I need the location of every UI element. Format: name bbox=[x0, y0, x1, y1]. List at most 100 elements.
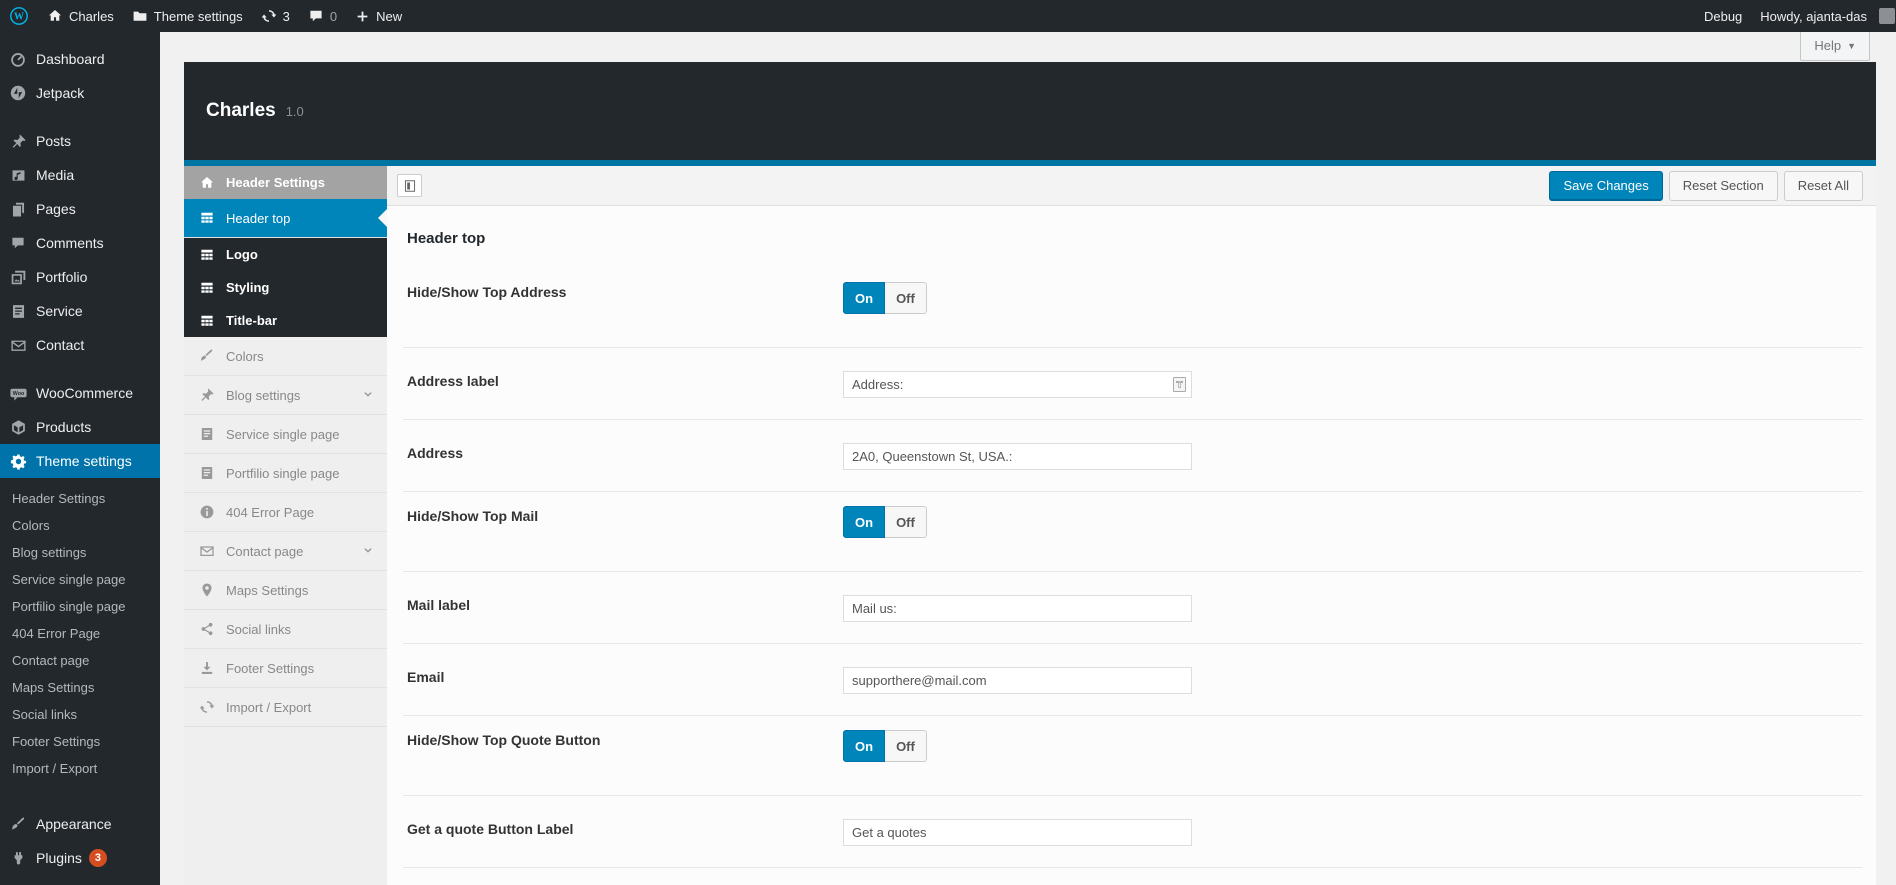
table-icon bbox=[199, 280, 215, 296]
setting-label: Address bbox=[407, 443, 843, 461]
wp-admin-menu: Dashboard Jetpack Posts Media Pages Comm… bbox=[0, 32, 160, 885]
submenu-header-settings[interactable]: Header Settings bbox=[0, 485, 160, 512]
toggle-off-button[interactable]: Off bbox=[885, 506, 927, 538]
cube-icon bbox=[10, 419, 27, 436]
sidebar-item-woocommerce[interactable]: WooCommerce bbox=[0, 376, 160, 410]
sidebar-item-portfolio[interactable]: Portfolio bbox=[0, 260, 160, 294]
quote-button-label-input[interactable] bbox=[843, 819, 1192, 846]
panel-title: Charles bbox=[206, 100, 276, 122]
nav-social-links[interactable]: Social links bbox=[184, 610, 387, 649]
howdy-text: Howdy, ajanta-das bbox=[1760, 9, 1867, 24]
jetpack-icon bbox=[9, 84, 27, 102]
avatar bbox=[1879, 8, 1895, 24]
setting-label: Address label bbox=[407, 371, 843, 389]
nav-import-export[interactable]: Import / Export bbox=[184, 688, 387, 727]
new-content-link[interactable]: New bbox=[346, 0, 411, 32]
submenu-portfolio-single-page[interactable]: Portfilio single page bbox=[0, 593, 160, 620]
submenu-404-error-page[interactable]: 404 Error Page bbox=[0, 620, 160, 647]
wordpress-menu[interactable] bbox=[0, 0, 38, 32]
sidebar-item-plugins[interactable]: Plugins 3 bbox=[0, 841, 160, 875]
nav-footer-settings[interactable]: Footer Settings bbox=[184, 649, 387, 688]
setting-label: Email bbox=[407, 667, 843, 685]
toggle-on-button[interactable]: On bbox=[843, 730, 885, 762]
toggle-off-button[interactable]: Off bbox=[885, 730, 927, 762]
document-icon bbox=[199, 426, 215, 442]
setting-label: Get a quote Button Label bbox=[407, 819, 843, 837]
submenu-contact-page[interactable]: Contact page bbox=[0, 647, 160, 674]
comments-link[interactable]: 0 bbox=[299, 0, 346, 32]
new-label: New bbox=[376, 9, 402, 24]
chevron-down-icon bbox=[361, 388, 375, 402]
nav-title-bar[interactable]: Title-bar bbox=[184, 304, 387, 337]
theme-options-panel: Charles 1.0 Header Settings Header top L… bbox=[184, 62, 1876, 885]
nav-service-single-page[interactable]: Service single page bbox=[184, 415, 387, 454]
sidebar-item-theme-settings[interactable]: Theme settings bbox=[0, 444, 160, 478]
submenu-maps-settings[interactable]: Maps Settings bbox=[0, 674, 160, 701]
toggle-on-button[interactable]: On bbox=[843, 282, 885, 314]
table-icon bbox=[199, 210, 215, 226]
reset-section-button[interactable]: Reset Section bbox=[1669, 171, 1778, 201]
nav-blog-settings[interactable]: Blog settings bbox=[184, 376, 387, 415]
sidebar-item-media[interactable]: Media bbox=[0, 158, 160, 192]
sidebar-item-service[interactable]: Service bbox=[0, 294, 160, 328]
address-input[interactable] bbox=[843, 443, 1192, 470]
sidebar-item-products[interactable]: Products bbox=[0, 410, 160, 444]
nav-header-top[interactable]: Header top bbox=[184, 199, 387, 238]
debug-link[interactable]: Debug bbox=[1695, 0, 1751, 32]
nav-logo[interactable]: Logo bbox=[184, 238, 387, 271]
submenu-social-links[interactable]: Social links bbox=[0, 701, 160, 728]
chevron-down-icon: ▼ bbox=[1847, 41, 1856, 51]
submenu-footer-settings[interactable]: Footer Settings bbox=[0, 728, 160, 755]
save-changes-button[interactable]: Save Changes bbox=[1549, 171, 1662, 201]
refresh-icon bbox=[199, 699, 215, 715]
submenu-colors[interactable]: Colors bbox=[0, 512, 160, 539]
setting-row-address: Address bbox=[403, 420, 1862, 492]
nav-maps-settings[interactable]: Maps Settings bbox=[184, 571, 387, 610]
portfolio-icon bbox=[10, 269, 27, 286]
theme-settings-link[interactable]: Theme settings bbox=[123, 0, 252, 32]
nav-portfolio-single-page[interactable]: Portfilio single page bbox=[184, 454, 387, 493]
info-icon bbox=[199, 504, 215, 520]
help-dropdown[interactable]: Help ▼ bbox=[1800, 32, 1870, 61]
setting-row-hide-show-top-quote-button: Hide/Show Top Quote Button On Off bbox=[403, 716, 1862, 796]
submenu-service-single-page[interactable]: Service single page bbox=[0, 566, 160, 593]
media-icon bbox=[10, 167, 27, 184]
nav-colors[interactable]: Colors bbox=[184, 337, 387, 376]
nav-contact-page[interactable]: Contact page bbox=[184, 532, 387, 571]
top-quote-button-toggle: On Off bbox=[843, 730, 927, 762]
expand-options-button[interactable] bbox=[397, 174, 422, 197]
panel-version: 1.0 bbox=[286, 104, 304, 119]
toggle-on-button[interactable]: On bbox=[843, 506, 885, 538]
comments-count: 0 bbox=[330, 9, 337, 24]
sidebar-item-comments[interactable]: Comments bbox=[0, 226, 160, 260]
sidebar-item-posts[interactable]: Posts bbox=[0, 124, 160, 158]
nav-styling[interactable]: Styling bbox=[184, 271, 387, 304]
sidebar-item-contact[interactable]: Contact bbox=[0, 328, 160, 362]
email-input[interactable] bbox=[843, 667, 1192, 694]
my-account-link[interactable]: Howdy, ajanta-das bbox=[1751, 0, 1896, 32]
updates-count: 3 bbox=[283, 9, 290, 24]
download-icon bbox=[199, 660, 215, 676]
nav-404-error-page[interactable]: 404 Error Page bbox=[184, 493, 387, 532]
panel-nav: Header Settings Header top Logo Styling … bbox=[184, 166, 387, 885]
sidebar-item-users[interactable] bbox=[0, 875, 160, 885]
submenu-import-export[interactable]: Import / Export bbox=[0, 755, 160, 782]
folder-icon bbox=[132, 8, 148, 24]
sidebar-item-appearance[interactable]: Appearance bbox=[0, 807, 160, 841]
updates-link[interactable]: 3 bbox=[252, 0, 299, 32]
sidebar-item-pages[interactable]: Pages bbox=[0, 192, 160, 226]
theme-settings-label: Theme settings bbox=[154, 9, 243, 24]
toggle-off-button[interactable]: Off bbox=[885, 282, 927, 314]
setting-row-address-label: Address label bbox=[403, 348, 1862, 420]
address-label-input[interactable] bbox=[843, 371, 1192, 398]
submenu-blog-settings[interactable]: Blog settings bbox=[0, 539, 160, 566]
top-mail-toggle: On Off bbox=[843, 506, 927, 538]
site-name-link[interactable]: Charles bbox=[38, 0, 123, 32]
reset-all-button[interactable]: Reset All bbox=[1784, 171, 1863, 201]
setting-label: Hide/Show Top Address bbox=[407, 282, 843, 300]
setting-row-email: Email bbox=[403, 644, 1862, 716]
nav-header-settings[interactable]: Header Settings bbox=[184, 166, 387, 199]
sidebar-item-jetpack[interactable]: Jetpack bbox=[0, 76, 160, 110]
sidebar-item-dashboard[interactable]: Dashboard bbox=[0, 42, 160, 76]
mail-label-input[interactable] bbox=[843, 595, 1192, 622]
